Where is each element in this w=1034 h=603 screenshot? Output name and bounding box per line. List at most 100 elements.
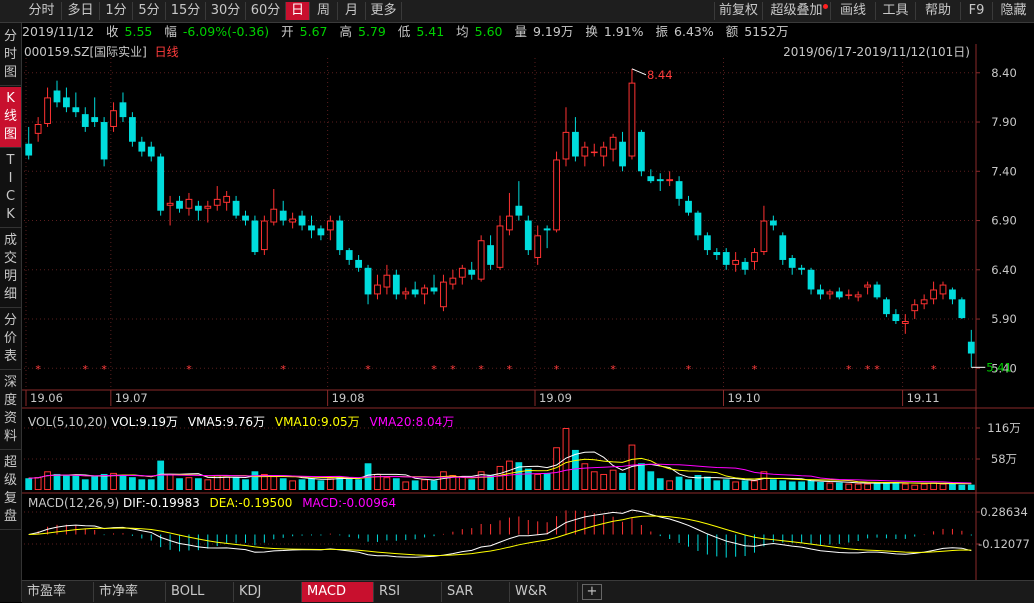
signal-star-icon: * — [35, 363, 41, 376]
indicator-tab-2[interactable]: BOLL — [166, 582, 234, 602]
indicator-tab-4[interactable]: MACD — [302, 582, 374, 602]
volume-bar — [383, 477, 391, 491]
volume-bar — [958, 484, 966, 490]
volume-bar — [63, 475, 70, 490]
candle-body — [53, 90, 61, 103]
volume-bar — [590, 471, 598, 490]
volume-bar — [751, 480, 758, 490]
signal-star-icon: * — [507, 363, 513, 376]
candle-body — [845, 294, 853, 296]
candle-body — [166, 202, 174, 206]
signal-star-icon: * — [431, 363, 437, 376]
candle-body — [81, 114, 89, 127]
max-pointer — [631, 68, 647, 76]
volume-bar — [656, 478, 664, 490]
macd-tick-label: 0.28634 — [980, 505, 1028, 519]
volume-bar — [675, 476, 683, 490]
volume-bar — [543, 472, 551, 490]
volume-bar — [458, 476, 466, 491]
volume-bar — [949, 483, 956, 490]
candle-body — [628, 82, 636, 157]
volume-bar — [289, 480, 297, 490]
candle-body — [864, 284, 871, 288]
candle-body — [873, 284, 881, 298]
candle-body — [751, 252, 758, 262]
volume-bar — [967, 484, 975, 490]
candle-body — [289, 218, 297, 223]
add-tab-button[interactable]: + — [582, 584, 602, 600]
indicator-tab-7[interactable]: W&R — [510, 582, 578, 602]
volume-bar — [129, 477, 136, 490]
candle-body — [421, 287, 428, 295]
candle-body — [232, 200, 240, 216]
volume-bar — [732, 481, 740, 490]
volume-bar — [760, 471, 768, 490]
volume-bar — [91, 476, 99, 490]
candle-body — [336, 220, 344, 251]
indicator-tab-1[interactable]: 市净率 — [94, 582, 166, 602]
candle-body — [656, 179, 664, 182]
candle-body — [326, 220, 334, 231]
macd-tick-label: -0.12077 — [978, 537, 1030, 551]
volume-bar — [779, 480, 787, 490]
volume-bar — [194, 478, 202, 490]
signal-star-icon: * — [846, 363, 852, 376]
candle-body — [298, 215, 306, 226]
volume-bar — [25, 478, 33, 490]
indicator-tab-3[interactable]: KDJ — [234, 582, 302, 602]
dea-value: DEA:-0.19500 — [209, 496, 293, 510]
volume-bar — [920, 483, 928, 491]
signal-star-icon: * — [186, 363, 192, 376]
candle-body — [345, 250, 353, 260]
signal-star-icon: * — [101, 363, 107, 376]
volume-bar — [901, 483, 909, 491]
candle-body — [826, 291, 834, 295]
month-label: 19.11 — [907, 391, 940, 405]
volume-bar — [930, 482, 937, 491]
vma20-value: VMA20:8.04万 — [369, 415, 455, 429]
candle-body — [515, 205, 523, 216]
candle-body — [666, 179, 674, 182]
signal-star-icon: * — [83, 363, 89, 376]
candle-body — [204, 205, 212, 209]
indicator-tab-5[interactable]: RSI — [374, 582, 442, 602]
volume-bar — [835, 482, 843, 490]
volume-bar — [72, 475, 80, 490]
candle-body — [967, 341, 975, 354]
volume-bar — [515, 462, 523, 490]
volume-bar — [119, 475, 127, 490]
volume-bar — [308, 478, 315, 490]
volume-bar — [232, 477, 240, 490]
month-label: 19.10 — [728, 391, 761, 405]
volume-bar — [147, 479, 155, 490]
volume-bar — [722, 479, 730, 490]
signal-star-icon: * — [752, 363, 758, 376]
price-tick-label: 8.40 — [991, 66, 1017, 80]
candle-body — [63, 97, 70, 108]
candle-body — [251, 220, 259, 253]
indicator-tab-0[interactable]: 市盈率 — [22, 582, 94, 602]
month-label: 19.06 — [30, 391, 63, 405]
candle-body — [487, 245, 494, 265]
macd-title[interactable]: MACD(12,26,9) — [28, 496, 119, 510]
price-tick-label: 6.40 — [991, 263, 1017, 277]
volume-bar — [666, 480, 674, 490]
volume-bar — [345, 478, 353, 490]
vol-title[interactable]: VOL(5,10,20) — [28, 415, 107, 429]
signal-star-icon: * — [450, 363, 456, 376]
signal-star-icon: * — [686, 363, 692, 376]
candle-body — [524, 220, 532, 251]
indicator-tab-6[interactable]: SAR — [442, 582, 510, 602]
month-label: 19.09 — [539, 391, 572, 405]
volume-bar — [279, 478, 287, 490]
candle-body — [798, 267, 806, 270]
candle-body — [25, 143, 33, 156]
kline-chart[interactable]: 8.407.907.406.906.405.905.4019.06 19.07 19… — [0, 0, 1034, 580]
candle-body — [713, 252, 721, 256]
max-price-label: 8.44 — [647, 68, 673, 82]
volume-bar — [713, 480, 721, 490]
vol-tick-label: 58万 — [991, 452, 1017, 466]
volume-bar — [81, 479, 89, 490]
candle-body — [477, 240, 485, 280]
candle-body — [637, 131, 645, 172]
